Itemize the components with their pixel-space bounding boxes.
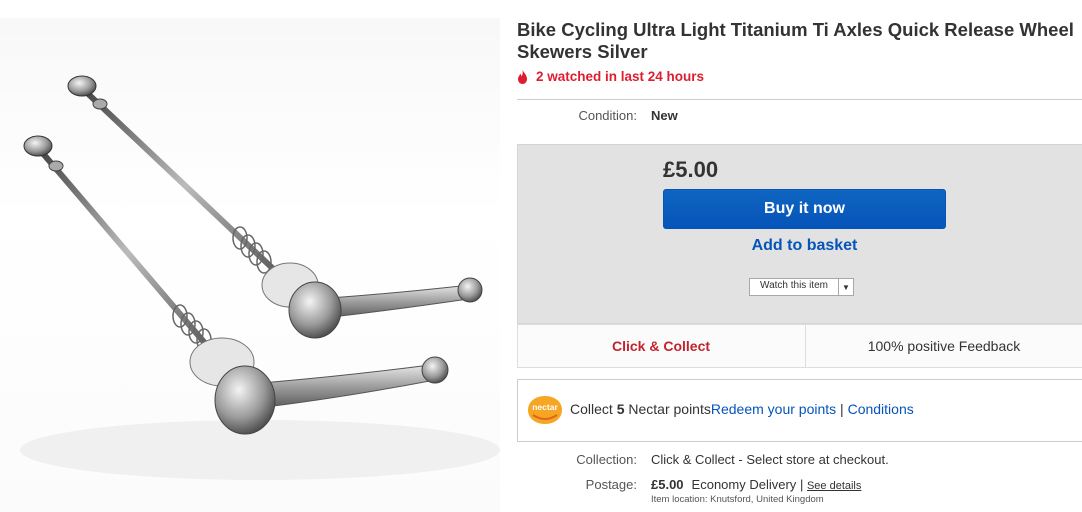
watch-count-text: 2 watched in last 24 hours [536, 69, 705, 84]
nectar-points-text: Collect 5 Nectar pointsRedeem your point… [570, 401, 914, 417]
product-image[interactable] [0, 18, 500, 512]
nectar-logo-text: nectar [532, 402, 558, 412]
condition-value: New [651, 108, 678, 123]
price: £5.00 [663, 157, 719, 182]
nectar-conditions-link[interactable]: Conditions [848, 401, 914, 417]
watch-item-label[interactable]: Watch this item [750, 279, 839, 295]
postage-price: £5.00 [651, 477, 684, 492]
divider [517, 99, 1082, 100]
condition-label: Condition: [578, 108, 637, 123]
chevron-down-icon[interactable]: ▼ [839, 279, 853, 295]
feedback-badge: 100% positive Feedback [867, 338, 1021, 354]
watch-count: 2 watched in last 24 hours [517, 69, 704, 84]
see-details-link[interactable]: See details [807, 480, 861, 492]
item-location: Item location: Knutsford, United Kingdom [651, 494, 824, 505]
watch-item-button[interactable]: Watch this item ▼ [749, 278, 854, 296]
collection-label: Collection: [576, 452, 637, 467]
add-to-basket-link[interactable]: Add to basket [663, 237, 946, 255]
buy-it-now-button[interactable]: Buy it now [663, 189, 946, 229]
redeem-points-link[interactable]: Redeem your points [711, 401, 836, 417]
postage-method: Economy Delivery [691, 477, 797, 492]
click-collect-badge: Click & Collect [517, 324, 806, 368]
nectar-collect-prefix: Collect [570, 401, 613, 417]
nectar-separator: | [840, 401, 844, 417]
postage-label: Postage: [585, 477, 637, 492]
postage-value: £5.00 Economy Delivery | See details [651, 477, 861, 492]
nectar-points-suffix: Nectar points [628, 401, 711, 417]
product-title: Bike Cycling Ultra Light Titanium Ti Axl… [517, 19, 1074, 62]
collection-value: Click & Collect - Select store at checko… [651, 452, 889, 467]
nectar-points-count: 5 [616, 401, 625, 417]
flame-icon [518, 69, 527, 84]
buy-box [517, 144, 1082, 324]
postage-separator: | [799, 477, 804, 492]
nectar-logo: nectar [528, 396, 562, 424]
product-photo [20, 75, 500, 480]
